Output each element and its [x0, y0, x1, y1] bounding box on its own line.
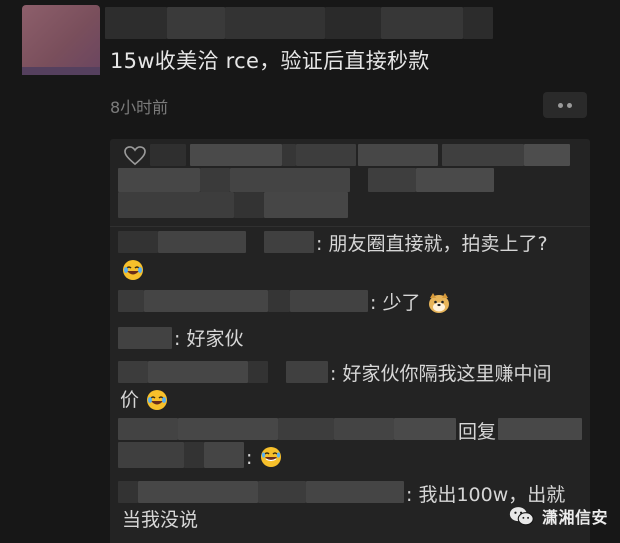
reply-label: 回复	[458, 421, 497, 443]
reply-target-censored[interactable]	[498, 418, 582, 440]
comment-text: : 朋友圈直接就，拍卖上了?	[316, 233, 548, 255]
commenter-name-censored[interactable]	[118, 481, 138, 503]
tears-of-joy-emoji-icon	[261, 447, 281, 467]
laugh-cry-emoji-icon	[147, 390, 167, 410]
more-options-button[interactable]	[543, 92, 587, 118]
watermark-text: 潇湘信安	[542, 508, 609, 527]
wechat-channel-icon	[509, 507, 534, 526]
avatar[interactable]	[22, 5, 100, 75]
commenter-name-censored[interactable]	[118, 231, 158, 253]
watermark: 潇湘信安	[508, 504, 608, 528]
commenter-name-censored[interactable]	[118, 418, 178, 440]
commenter-name-censored[interactable]	[118, 290, 144, 312]
dot-icon	[558, 102, 563, 108]
comment-text-continued: 价	[120, 389, 140, 411]
comment-text-continued: 当我没说	[122, 509, 199, 531]
post-timestamp: 8小时前	[110, 98, 169, 117]
comment-text: : 好家伙	[174, 328, 244, 350]
post-text: 15w收美洽 rce，验证后直接秒款	[110, 49, 430, 73]
commenter-name-censored[interactable]	[118, 361, 148, 383]
dot-icon	[567, 102, 572, 108]
doge-emoji-icon	[429, 293, 449, 313]
likes-divider	[110, 226, 590, 227]
comment-text: :	[246, 447, 253, 469]
comment-text: : 好家伙你隔我这里赚中间	[330, 363, 552, 385]
commenter-name-censored[interactable]	[118, 327, 172, 349]
laugh-cry-emoji-icon	[123, 260, 143, 280]
heart-icon	[124, 146, 146, 166]
comment-text: : 少了	[370, 292, 421, 314]
